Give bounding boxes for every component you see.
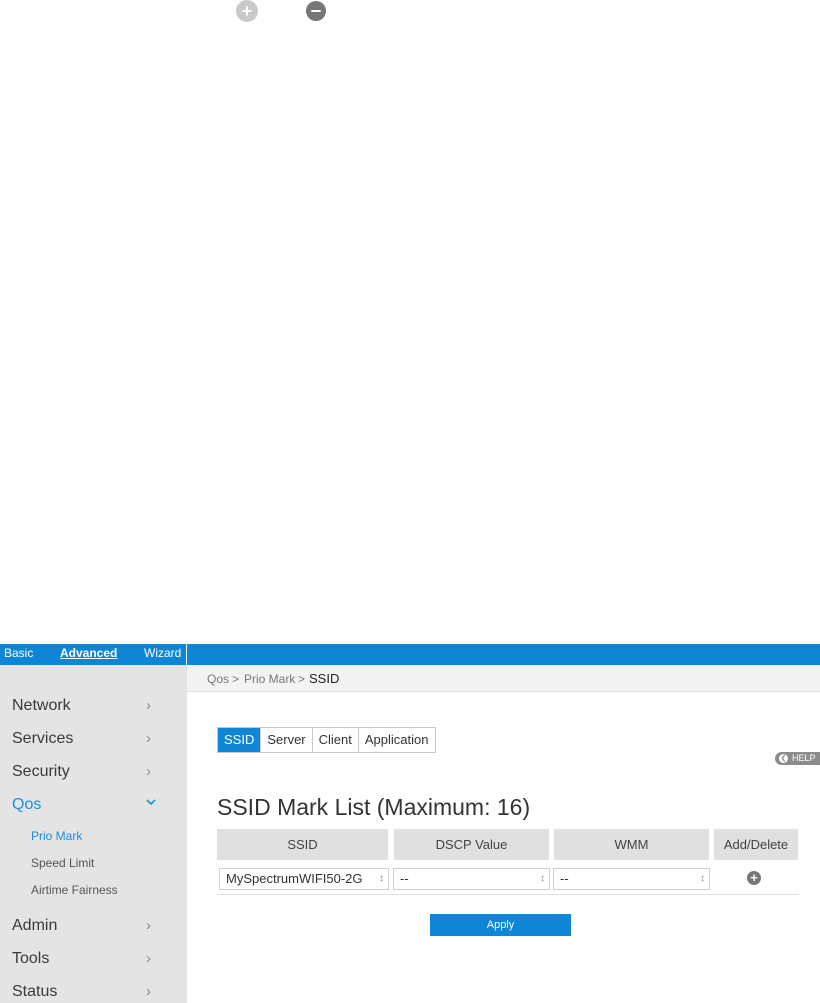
add-row-icon[interactable]: + xyxy=(747,871,761,885)
chevron-right-icon: › xyxy=(146,697,151,714)
breadcrumb-separator: > xyxy=(298,672,306,686)
tab-client[interactable]: Client xyxy=(313,728,359,752)
chevron-right-icon: › xyxy=(146,763,151,780)
select-arrows-icon: ↕ xyxy=(379,873,384,884)
sidebar-item-status[interactable]: Status xyxy=(12,983,57,1001)
minus-circle-icon[interactable] xyxy=(306,1,326,21)
plus-circle-icon[interactable]: + xyxy=(236,0,258,22)
sidebar-subitem-prio-mark[interactable]: Prio Mark xyxy=(31,829,82,843)
sidebar-item-admin[interactable]: Admin xyxy=(12,917,57,935)
nav-advanced-link[interactable]: Advanced xyxy=(60,646,117,660)
sidebar-item-services[interactable]: Services xyxy=(12,730,73,748)
dscp-select-value: -- xyxy=(400,871,409,886)
ssid-select-value: MySpectrumWIFI50-2G xyxy=(226,871,363,886)
nav-wizard-link[interactable]: Wizard xyxy=(144,646,181,660)
chevron-right-icon: › xyxy=(146,730,151,747)
nav-basic-link[interactable]: Basic xyxy=(4,646,33,660)
sidebar-item-security[interactable]: Security xyxy=(12,763,70,781)
sidebar-item-network[interactable]: Network xyxy=(12,697,71,715)
page-title: SSID Mark List (Maximum: 16) xyxy=(217,794,531,820)
sidebar: Network › Services › Security › Qos Prio… xyxy=(0,665,187,1003)
help-label: HELP xyxy=(792,753,816,763)
table-header-ssid: SSID xyxy=(217,829,388,860)
chevron-down-icon xyxy=(145,795,157,812)
table-header-wmm: WMM xyxy=(554,829,709,860)
breadcrumb: Qos > Prio Mark > SSID xyxy=(187,665,820,692)
breadcrumb-qos[interactable]: Qos xyxy=(207,672,229,686)
select-arrows-icon: ↕ xyxy=(540,873,545,884)
breadcrumb-separator: > xyxy=(232,672,240,686)
chevron-right-icon: › xyxy=(146,950,151,967)
sidebar-subitem-airtime-fairness[interactable]: Airtime Fairness xyxy=(31,883,118,897)
help-button[interactable]: ❮ HELP xyxy=(775,752,820,765)
breadcrumb-current: SSID xyxy=(309,671,340,686)
apply-button[interactable]: Apply xyxy=(430,914,571,936)
chevron-right-icon: › xyxy=(146,917,151,934)
row-divider xyxy=(217,894,799,895)
table-header-dscp: DSCP Value xyxy=(394,829,549,860)
sidebar-subitem-speed-limit[interactable]: Speed Limit xyxy=(31,856,94,870)
help-arrow-icon: ❮ xyxy=(779,754,788,763)
ssid-select[interactable]: MySpectrumWIFI50-2G ↕ xyxy=(219,868,389,890)
sidebar-item-tools[interactable]: Tools xyxy=(12,950,49,968)
sidebar-item-qos[interactable]: Qos xyxy=(12,796,41,814)
table-header-add-delete: Add/Delete xyxy=(714,829,798,860)
top-nav-bar: Basic Advanced Wizard xyxy=(0,644,820,665)
tab-ssid[interactable]: SSID xyxy=(218,728,262,752)
nav-divider xyxy=(186,644,187,665)
wmm-select-value: -- xyxy=(560,871,569,886)
tab-application[interactable]: Application xyxy=(359,728,435,752)
dscp-select[interactable]: -- ↕ xyxy=(393,868,550,890)
select-arrows-icon: ↕ xyxy=(700,873,705,884)
wmm-select[interactable]: -- ↕ xyxy=(553,868,710,890)
breadcrumb-prio-mark[interactable]: Prio Mark xyxy=(244,672,295,686)
chevron-right-icon: › xyxy=(146,983,151,1000)
tab-bar: SSID Server Client Application xyxy=(217,727,436,753)
tab-server[interactable]: Server xyxy=(261,728,313,752)
